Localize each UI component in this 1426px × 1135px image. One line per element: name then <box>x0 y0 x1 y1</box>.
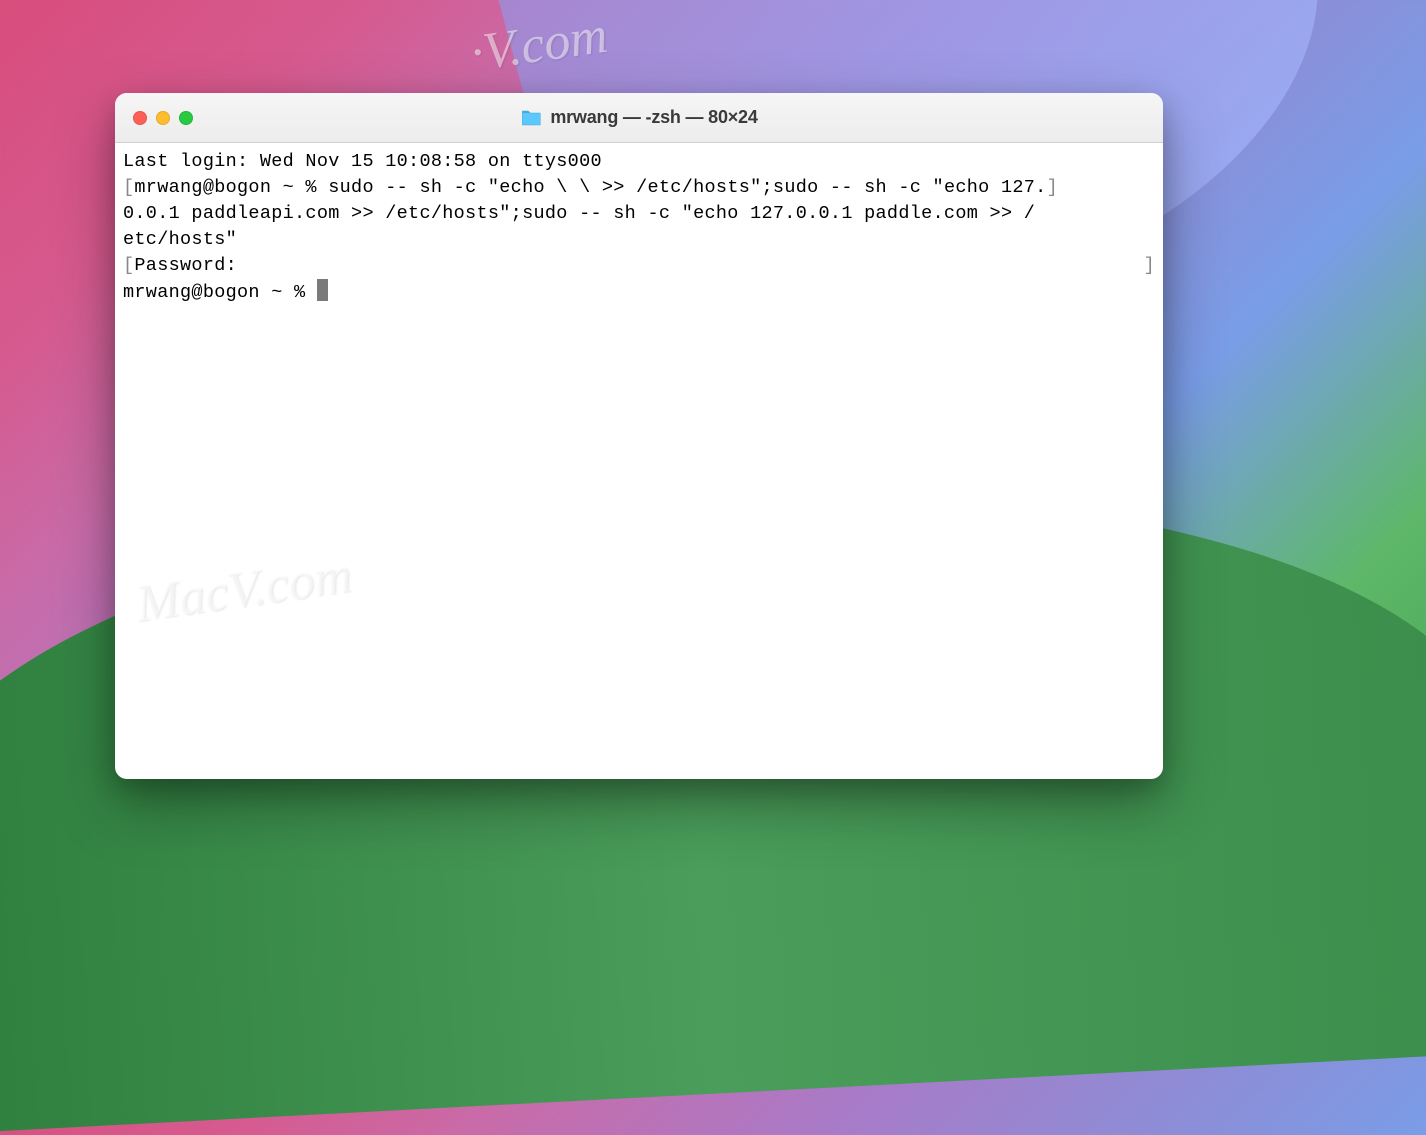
terminal-line-login: Last login: Wed Nov 15 10:08:58 on ttys0… <box>123 149 1155 175</box>
bracket-close: ] <box>1144 253 1155 279</box>
terminal-window: mrwang — -zsh — 80×24 Last login: Wed No… <box>115 93 1163 779</box>
folder-icon <box>520 109 542 127</box>
prompt-text: mrwang@bogon ~ % <box>123 282 317 303</box>
cursor-icon <box>317 279 328 301</box>
terminal-line-command-cont: 0.0.1 paddleapi.com >> /etc/hosts";sudo … <box>123 201 1155 227</box>
close-button[interactable] <box>133 111 147 125</box>
terminal-line-command: [mrwang@bogon ~ % sudo -- sh -c "echo \ … <box>123 175 1155 201</box>
terminal-line-password: [Password:] <box>123 253 1155 279</box>
terminal-line-command-cont: etc/hosts" <box>123 227 1155 253</box>
terminal-line-prompt: mrwang@bogon ~ % <box>123 279 1155 306</box>
prompt-text: mrwang@bogon ~ % <box>134 177 328 198</box>
minimize-button[interactable] <box>156 111 170 125</box>
bracket-close: ] <box>1047 177 1058 198</box>
bracket-open: [ <box>123 177 134 198</box>
window-title-bar[interactable]: mrwang — -zsh — 80×24 <box>115 93 1163 143</box>
password-prompt: Password: <box>134 255 237 276</box>
title-content: mrwang — -zsh — 80×24 <box>520 107 757 128</box>
maximize-button[interactable] <box>179 111 193 125</box>
command-text: sudo -- sh -c "echo \ \ >> /etc/hosts";s… <box>328 177 1046 198</box>
terminal-content[interactable]: Last login: Wed Nov 15 10:08:58 on ttys0… <box>115 143 1163 779</box>
window-controls <box>115 111 193 125</box>
bracket-open: [ <box>123 255 134 276</box>
window-title: mrwang — -zsh — 80×24 <box>550 107 757 128</box>
